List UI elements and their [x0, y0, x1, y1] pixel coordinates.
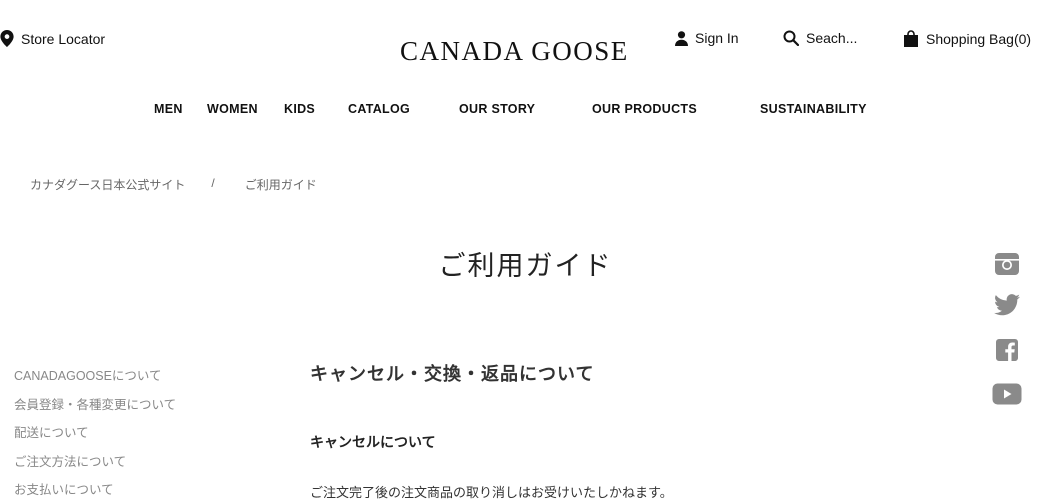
shopping-bag-label: Shopping Bag(0)	[926, 30, 1032, 47]
breadcrumb-separator: /	[211, 176, 215, 190]
sidebar-nav: CANADAGOOSEについて 会員登録・各種変更について 配送について ご注文…	[14, 366, 176, 502]
instagram-icon[interactable]	[992, 250, 1022, 278]
user-icon	[675, 30, 688, 46]
search-placeholder: Seach...	[806, 30, 858, 46]
logo[interactable]: CANADA GOOSE	[400, 36, 629, 67]
nav-item-catalog[interactable]: CATALOG	[348, 102, 410, 116]
shopping-bag-link[interactable]: Shopping Bag(0)	[903, 30, 1031, 47]
nav-item-sustainability[interactable]: SUSTAINABILITY	[760, 102, 867, 116]
shopping-bag-icon	[904, 30, 918, 47]
page-title: ご利用ガイド	[438, 251, 613, 281]
sidebar-item-ordering[interactable]: ご注文方法について	[14, 452, 176, 481]
store-locator-link[interactable]: Store Locator	[0, 30, 105, 47]
sidebar-item-payment[interactable]: お支払いについて	[14, 480, 176, 502]
sidebar-item-membership[interactable]: 会員登録・各種変更について	[14, 395, 176, 424]
nav-item-our-story[interactable]: OUR STORY	[459, 102, 535, 116]
nav-item-our-products[interactable]: OUR PRODUCTS	[592, 102, 697, 116]
sign-in-label: Sign In	[695, 30, 739, 46]
location-pin-icon	[0, 30, 14, 47]
nav-item-women[interactable]: WOMEN	[207, 102, 258, 116]
nav-item-men[interactable]: MEN	[154, 102, 183, 116]
nav-item-kids[interactable]: KIDS	[284, 102, 315, 116]
sub-title: キャンセルについて	[310, 434, 436, 450]
breadcrumb-home[interactable]: カナダグース日本公式サイト	[30, 176, 185, 193]
breadcrumb-current: ご利用ガイド	[244, 178, 317, 192]
sign-in-link[interactable]: Sign In	[675, 30, 739, 46]
section-title: キャンセル・交換・返品について	[310, 364, 595, 384]
store-locator-label: Store Locator	[21, 30, 106, 47]
youtube-icon[interactable]	[992, 380, 1022, 408]
breadcrumb: カナダグース日本公式サイト / ご利用ガイド	[30, 176, 317, 193]
search-icon	[783, 30, 799, 46]
twitter-icon[interactable]	[992, 291, 1022, 319]
main-nav: MEN WOMEN KIDS CATALOG OUR STORY OUR PRO…	[0, 102, 1051, 120]
sidebar-item-shipping[interactable]: 配送について	[14, 423, 176, 452]
sidebar-item-about[interactable]: CANADAGOOSEについて	[14, 366, 176, 395]
search-input[interactable]: Seach...	[783, 30, 857, 46]
body-text: ご注文完了後の注文商品の取り消しはお受けいたしかねます。	[310, 485, 673, 500]
header: Store Locator CANADA GOOSE Sign In Seach…	[0, 0, 1051, 80]
facebook-icon[interactable]	[992, 336, 1022, 364]
